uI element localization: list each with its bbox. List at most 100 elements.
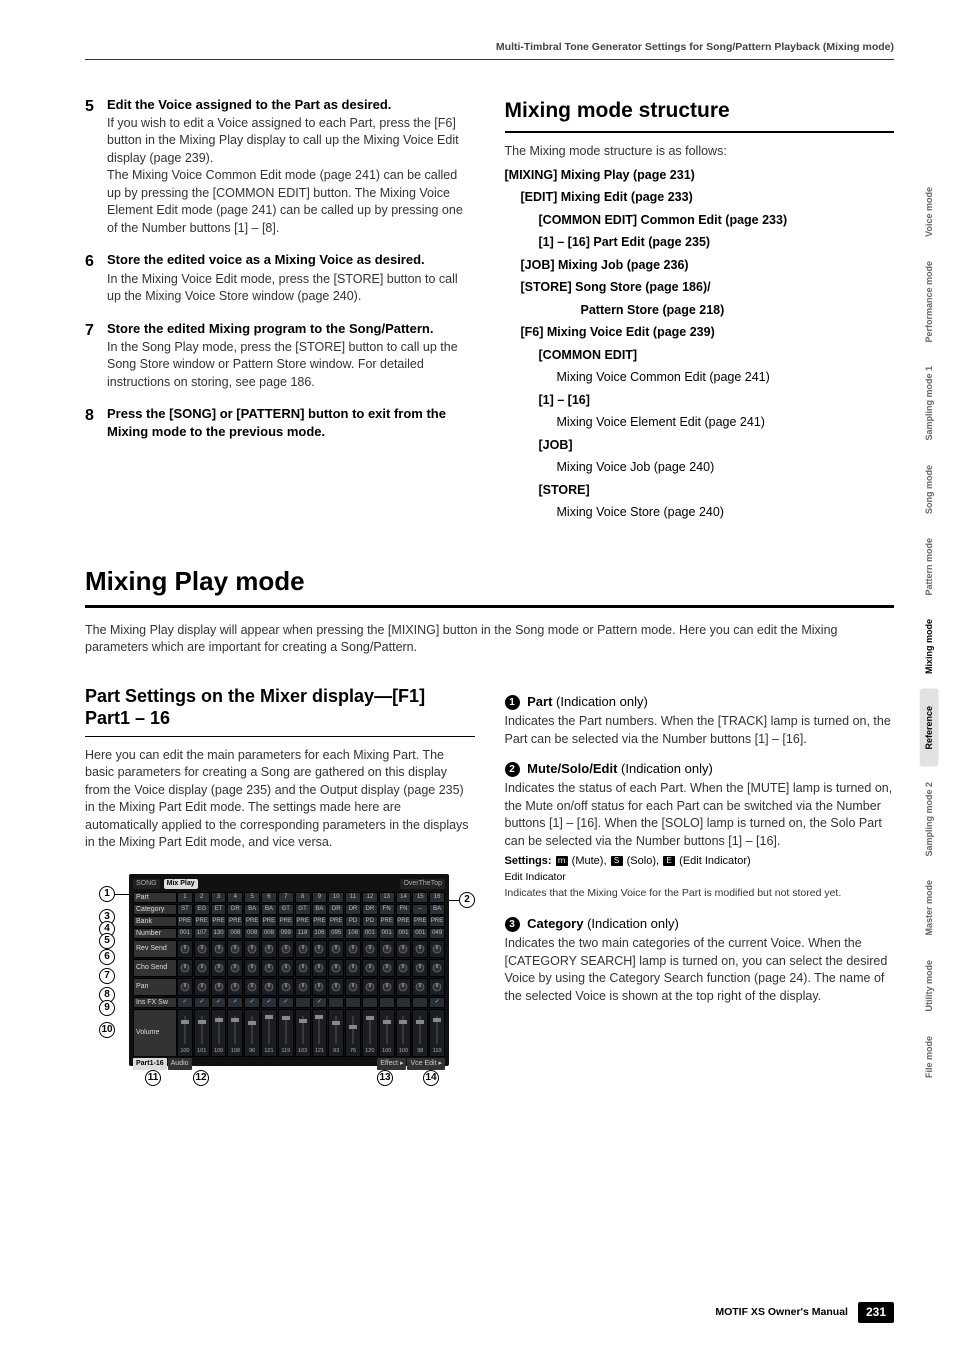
- settings-text: (Edit Indicator): [676, 855, 751, 867]
- tree-item-sub: Mixing Voice Common Edit (page 241): [505, 369, 895, 387]
- tab-effect: Effect ▸: [377, 1058, 406, 1070]
- callout-11: 11: [145, 1070, 161, 1086]
- lower-left-column: Part Settings on the Mixer display—[F1] …: [85, 685, 475, 1100]
- structure-tree: [MIXING] Mixing Play (page 231) [EDIT] M…: [505, 167, 895, 522]
- tab-audio: Audio: [168, 1058, 192, 1070]
- tree-item: [STORE]: [505, 482, 895, 500]
- lower-columns: Part Settings on the Mixer display—[F1] …: [85, 685, 894, 1100]
- rule: [505, 131, 895, 133]
- param-number-icon: 2: [505, 762, 520, 777]
- step-7: 7 Store the edited Mixing program to the…: [85, 320, 475, 403]
- row-label: Number: [133, 928, 177, 939]
- tree-item: [COMMON EDIT]: [505, 347, 895, 365]
- callout-12: 12: [193, 1070, 209, 1086]
- callout-13: 13: [377, 1070, 393, 1086]
- settings-text: (Mute),: [569, 855, 610, 867]
- side-tab-reference: Reference: [920, 689, 939, 767]
- page-footer: MOTIF XS Owner's Manual 231: [715, 1302, 894, 1323]
- page-number: 231: [858, 1302, 894, 1323]
- row-knobs: [177, 940, 445, 958]
- tab-part1-16: Part1-16: [133, 1058, 167, 1070]
- row-revsend: Rev Send: [133, 940, 445, 958]
- param-meta: (Indication only): [617, 761, 712, 776]
- callout-2: 2: [459, 892, 475, 908]
- tree-item-sub: Mixing Voice Element Edit (page 241): [505, 414, 895, 432]
- param-number-icon: 1: [505, 695, 520, 710]
- side-tab-voice-mode: Voice mode: [919, 178, 940, 246]
- row-knobs: [177, 978, 445, 996]
- step-title: Edit the Voice assigned to the Part as d…: [107, 96, 475, 114]
- row-cells: STEGETDRBABAGTGTBADRDRDRFNFN--BA: [177, 904, 445, 915]
- row-pan: Pan: [133, 978, 445, 996]
- tree-item: [JOB]: [505, 437, 895, 455]
- edit-indicator-text: Indicates that the Mixing Voice for the …: [505, 886, 895, 901]
- row-cells: PREPREPREPREPREPREPREPREPREPREPDPDPREPRE…: [177, 916, 445, 927]
- step-number: 8: [85, 405, 107, 441]
- tree-root: [MIXING] Mixing Play (page 231): [505, 167, 895, 185]
- row-label: Ins FX Sw: [133, 997, 177, 1008]
- manual-title: MOTIF XS Owner's Manual: [715, 1305, 848, 1320]
- tree-item: [JOB] Mixing Job (page 236): [505, 257, 895, 275]
- rule: [85, 736, 475, 737]
- param-2-settings: Settings: ⅿ (Mute), S (Solo), E (Edit In…: [505, 854, 895, 869]
- param-3-heading: 3 Category (Indication only): [505, 915, 895, 933]
- param-2-text: Indicates the status of each Part. When …: [505, 780, 895, 850]
- row-label: Pan: [133, 978, 177, 996]
- param-3-text: Indicates the two main categories of the…: [505, 935, 895, 1005]
- tree-item-sub: Mixing Voice Store (page 240): [505, 504, 895, 522]
- tree-item: [F6] Mixing Voice Edit (page 239): [505, 324, 895, 342]
- side-tab-mixing-mode: Mixing mode: [919, 610, 940, 683]
- param-1-heading: 1 Part (Indication only): [505, 693, 895, 711]
- tree-item: [1] – [16] Part Edit (page 235): [505, 234, 895, 252]
- side-tab-pattern-mode: Pattern mode: [919, 529, 940, 605]
- callout-6: 6: [99, 949, 115, 965]
- tree-item-sub: Mixing Voice Job (page 240): [505, 459, 895, 477]
- settings-label: Settings:: [505, 855, 552, 867]
- step-text: If you wish to edit a Voice assigned to …: [107, 115, 475, 238]
- row-cells: 0011071300080080080991181060951080010010…: [177, 928, 445, 939]
- side-tab-performance-mode: Performance mode: [919, 252, 940, 352]
- side-tab-master-mode: Master mode: [919, 871, 940, 945]
- param-2-heading: 2 Mute/Solo/Edit (Indication only): [505, 760, 895, 778]
- row-insfx: Ins FX Sw✓✓✓✓✓✓✓✓✓: [133, 997, 445, 1008]
- section-heading-mixing-play-mode: Mixing Play mode: [85, 563, 894, 599]
- page-header: Multi-Timbral Tone Generator Settings fo…: [85, 40, 894, 60]
- tree-item: [STORE] Song Store (page 186)/: [505, 279, 895, 297]
- side-tab-song-mode: Song mode: [919, 456, 940, 523]
- callout-9: 9: [99, 1000, 115, 1016]
- edit-indicator-icon: E: [663, 856, 675, 866]
- row-label: Rev Send: [133, 940, 177, 958]
- song-name-label: OverTheTop: [400, 879, 445, 889]
- lead-line: [449, 900, 459, 901]
- step-8: 8 Press the [SONG] or [PATTERN] button t…: [85, 405, 475, 441]
- subtitle-label: Mix Play: [164, 879, 198, 889]
- row-label: Category: [133, 904, 177, 915]
- row-category: CategorySTEGETDRBABAGTGTBADRDRDRFNFN--BA: [133, 904, 445, 915]
- row-label: Bank: [133, 916, 177, 927]
- row-sliders: 1001011091089612111910312193761201001009…: [177, 1009, 445, 1057]
- step-number: 5: [85, 96, 107, 249]
- param-meta: (Indication only): [552, 694, 647, 709]
- structure-heading: Mixing mode structure: [505, 96, 895, 125]
- param-1-text: Indicates the Part numbers. When the [TR…: [505, 713, 895, 748]
- step-number: 7: [85, 320, 107, 403]
- side-tabs: Voice mode Performance mode Sampling mod…: [919, 178, 940, 1087]
- param-name: Category: [527, 916, 583, 931]
- row-label: Volume: [133, 1009, 177, 1057]
- tree-item: [EDIT] Mixing Edit (page 233): [505, 189, 895, 207]
- row-cells: 12345678910111213141516: [177, 892, 445, 903]
- row-number: Number0011071300080080080991181060951080…: [133, 928, 445, 939]
- step-6: 6 Store the edited voice as a Mixing Voi…: [85, 251, 475, 316]
- tab-row: Part1-16 Audio Effect ▸ Vce Edit ▸: [133, 1058, 445, 1070]
- settings-text: (Solo),: [624, 855, 663, 867]
- lead-line: [115, 894, 129, 895]
- step-5: 5 Edit the Voice assigned to the Part as…: [85, 96, 475, 249]
- step-title: Store the edited voice as a Mixing Voice…: [107, 251, 475, 269]
- tab-vce-edit: Vce Edit ▸: [407, 1058, 445, 1070]
- lower-right-column: 1 Part (Indication only) Indicates the P…: [505, 685, 895, 1100]
- side-tab-utility-mode: Utility mode: [919, 951, 940, 1021]
- callout-14: 14: [423, 1070, 439, 1086]
- param-name: Part: [527, 694, 552, 709]
- callout-5: 5: [99, 933, 115, 949]
- subsection-text: Here you can edit the main parameters fo…: [85, 747, 475, 852]
